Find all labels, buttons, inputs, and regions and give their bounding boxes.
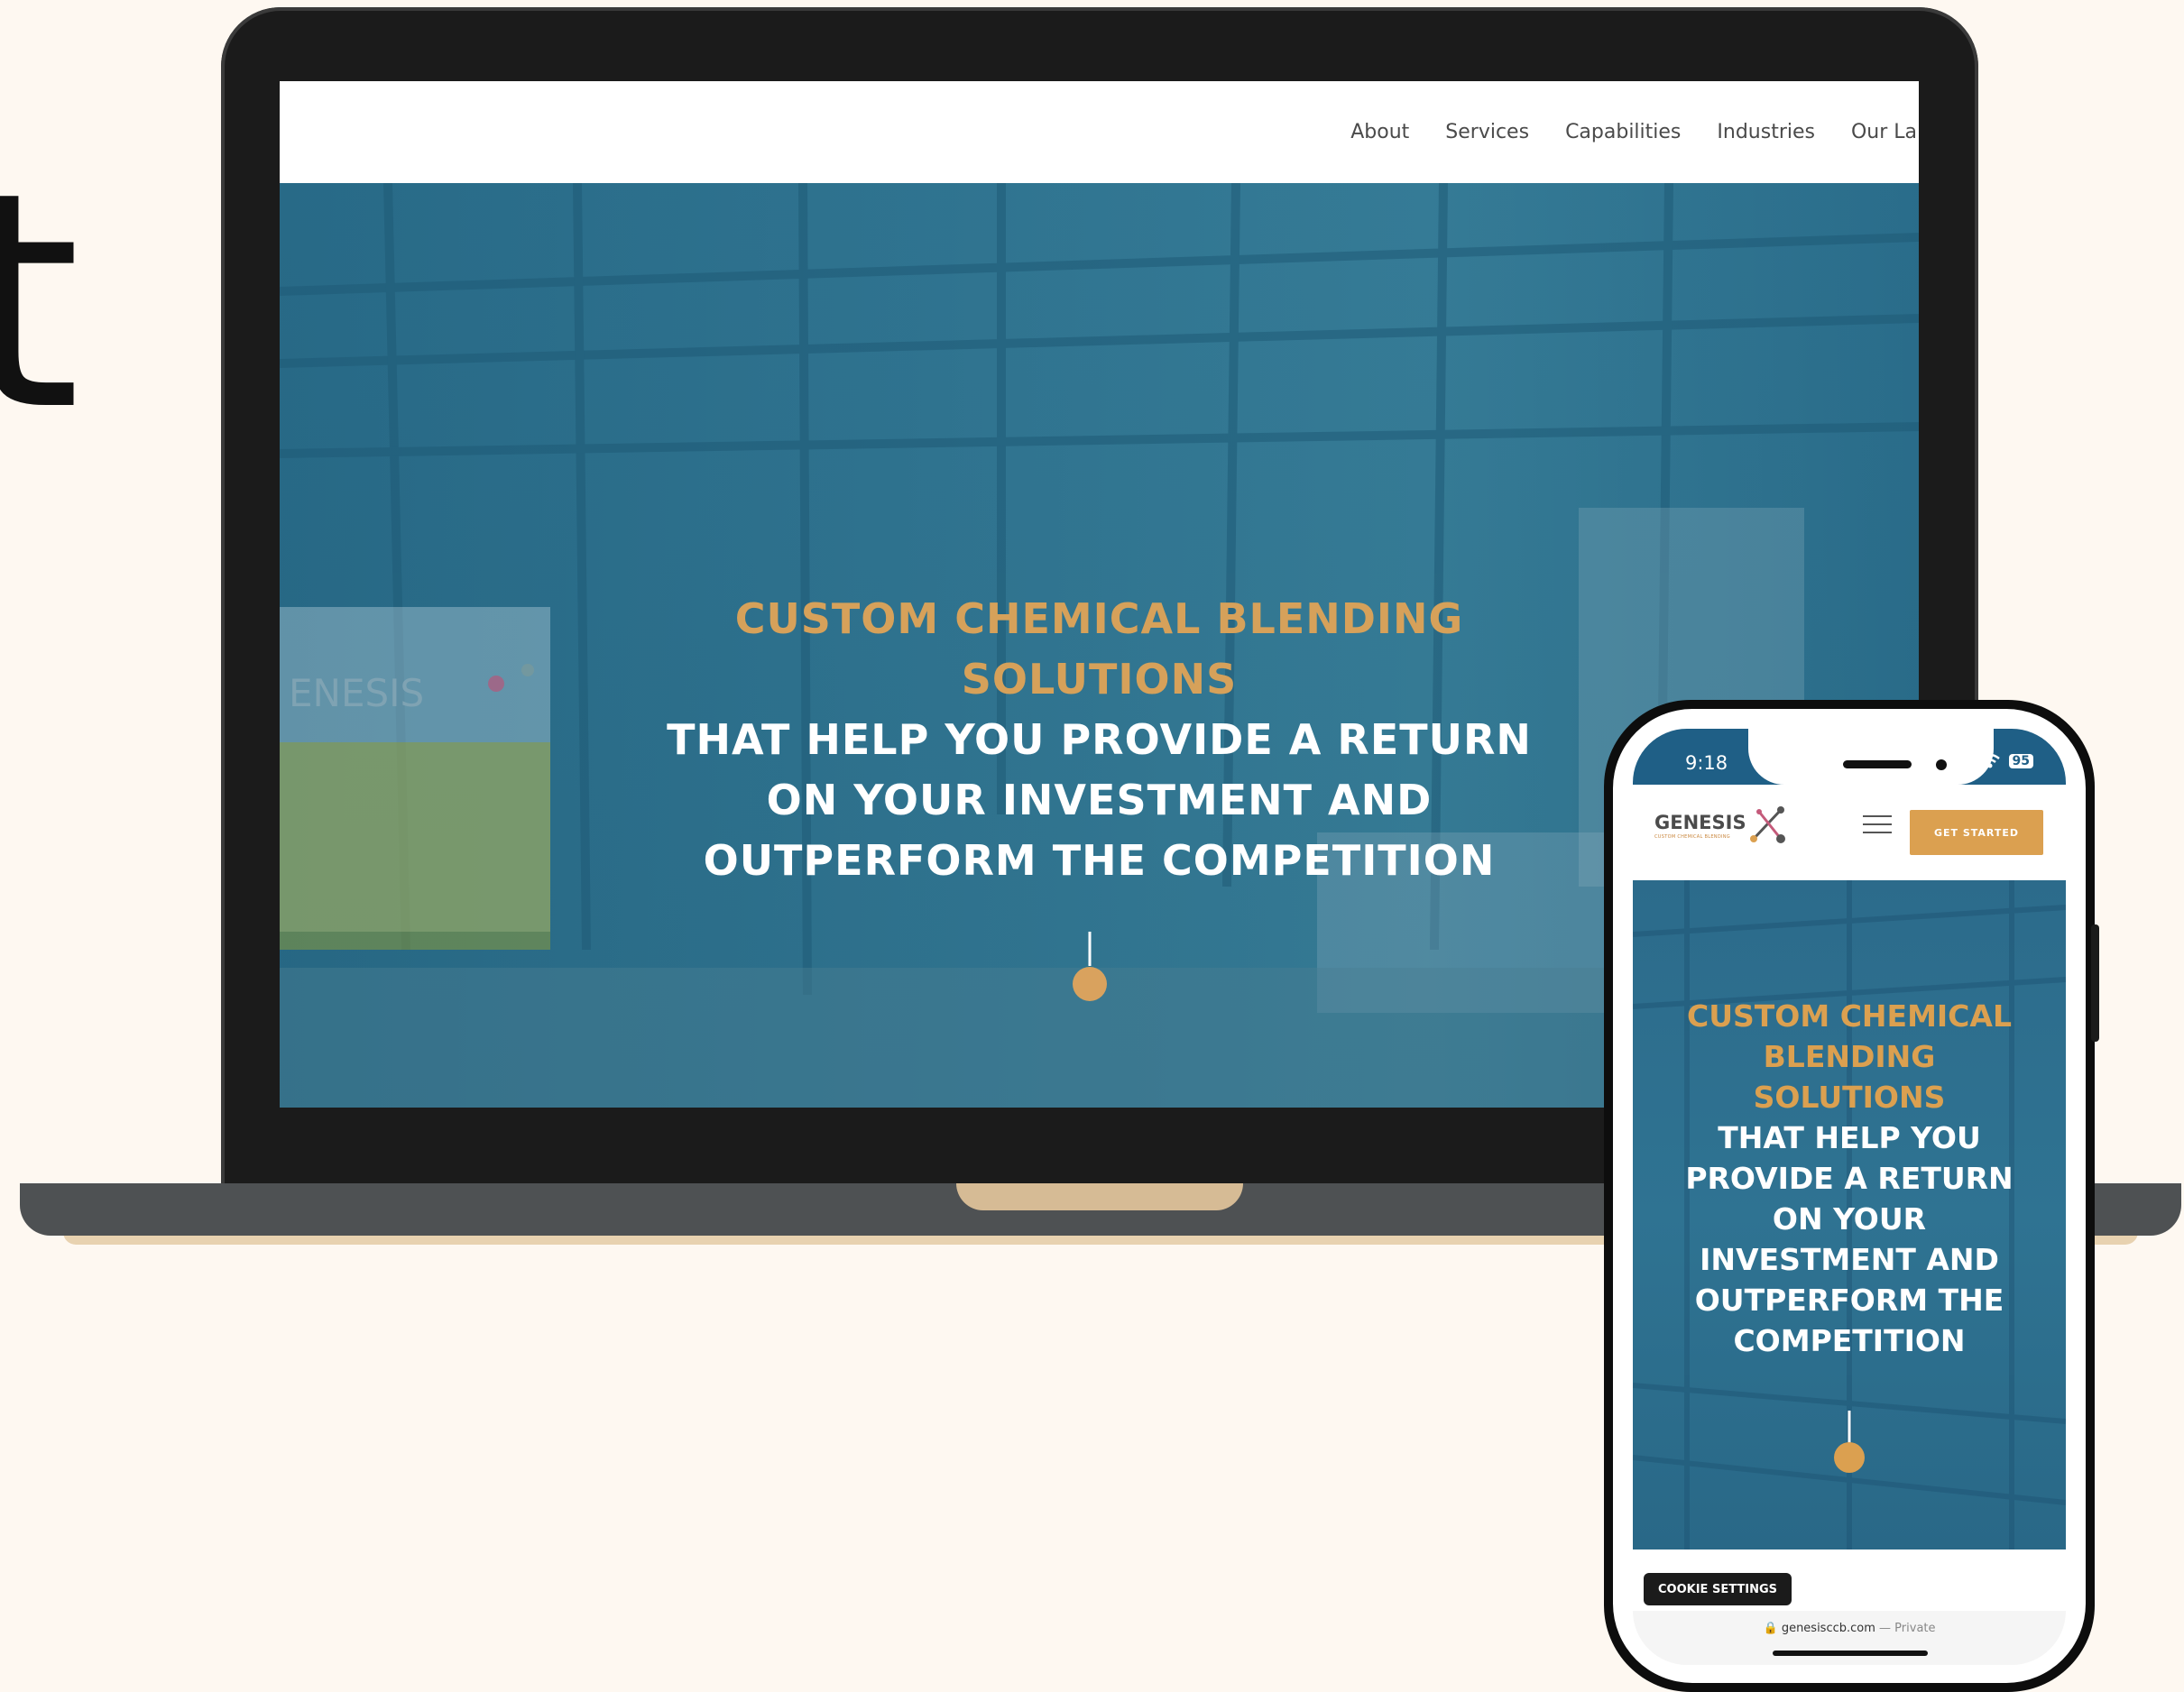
phone-side-button — [2091, 924, 2099, 1042]
speaker-icon — [1843, 760, 1912, 768]
cookie-settings-button[interactable]: COOKIE SETTINGS — [1644, 1573, 1792, 1605]
dynamic-island — [1748, 729, 1994, 785]
get-started-button[interactable]: GET STARTED — [1910, 810, 2043, 855]
mobile-headline-white-5: OUTPERFORM THE — [1694, 1283, 2004, 1318]
mobile-hero-headline: CUSTOM CHEMICAL BLENDING SOLUTIONS THAT … — [1633, 996, 2066, 1361]
mobile-headline-white-4: INVESTMENT AND — [1700, 1242, 1999, 1277]
battery-icon: 95 — [2008, 754, 2033, 768]
wifi-icon — [1979, 754, 2000, 768]
genesis-logo[interactable]: GENESIS CUSTOM CHEMICAL BLENDING — [1654, 806, 1785, 843]
mobile-site-header: GENESIS CUSTOM CHEMICAL BLENDING GET STA… — [1633, 785, 2066, 869]
url-private-label: — Private — [1879, 1622, 1936, 1635]
logo-tagline: CUSTOM CHEMICAL BLENDING — [1654, 834, 1730, 840]
molecule-logo-icon — [1750, 806, 1785, 843]
nav-our-lab[interactable]: Our Lab — [1851, 121, 1919, 143]
mobile-headline-white-2: PROVIDE A RETURN — [1685, 1161, 2014, 1196]
status-time: 9:18 — [1685, 752, 1728, 774]
laptop-trackpad-notch — [956, 1183, 1243, 1210]
hero-headline-gold-1: CUSTOM CHEMICAL BLENDING — [734, 594, 1464, 643]
hamburger-menu-icon[interactable] — [1863, 815, 1892, 835]
logo-wordmark: GENESIS — [1654, 812, 1746, 833]
mobile-headline-gold-2: BLENDING — [1763, 1039, 1936, 1074]
home-indicator[interactable] — [1773, 1651, 1928, 1656]
nav-industries[interactable]: Industries — [1717, 121, 1815, 143]
mobile-headline-white-3: ON YOUR — [1772, 1201, 1927, 1237]
browser-address-bar[interactable]: 🔒 genesisccb.com — Private — [1633, 1611, 2066, 1665]
nav-services[interactable]: Services — [1445, 121, 1529, 143]
lock-icon: 🔒 — [1763, 1622, 1778, 1635]
camera-icon — [1936, 759, 1947, 770]
site-header: About Services Capabilities Industries O… — [280, 81, 1919, 183]
status-bar: 9:18 95 — [1633, 729, 2066, 785]
mobile-headline-gold-1: CUSTOM CHEMICAL — [1687, 998, 2012, 1034]
mobile-hero-section: CUSTOM CHEMICAL BLENDING SOLUTIONS THAT … — [1633, 880, 2066, 1549]
url-domain: genesisccb.com — [1781, 1622, 1875, 1635]
nav-capabilities[interactable]: Capabilities — [1565, 121, 1681, 143]
main-nav: About Services Capabilities Industries O… — [1350, 81, 1919, 183]
mobile-scroll-down-icon[interactable] — [1832, 1411, 1866, 1476]
mobile-headline-white-6: COMPETITION — [1733, 1323, 1966, 1358]
partial-heading-letter: t — [0, 129, 81, 475]
scroll-down-icon[interactable] — [1071, 932, 1109, 1006]
mobile-headline-gold-3: SOLUTIONS — [1753, 1080, 1946, 1115]
nav-about[interactable]: About — [1350, 121, 1409, 143]
mobile-headline-white-1: THAT HELP YOU — [1718, 1120, 1981, 1155]
phone-screen: 9:18 95 GENESIS CUSTOM CHEMICAL BLENDING — [1613, 709, 2086, 1683]
